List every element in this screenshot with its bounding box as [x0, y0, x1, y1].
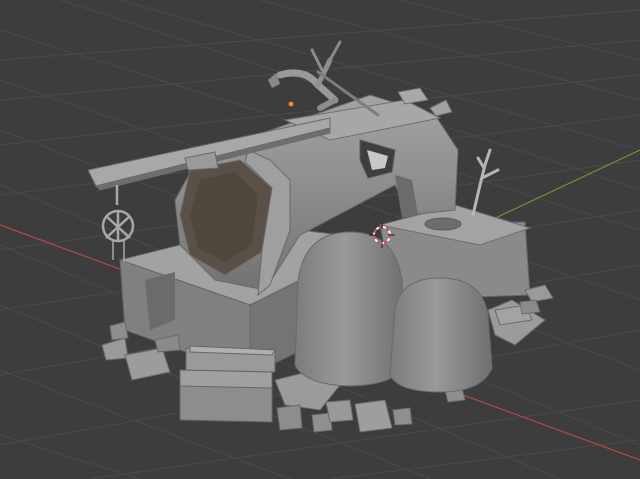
object-origin-icon [287, 100, 295, 108]
small-dome[interactable] [389, 277, 493, 393]
3d-viewport[interactable] [0, 0, 640, 479]
large-dome[interactable] [294, 231, 406, 387]
stone-steps[interactable] [179, 345, 276, 423]
